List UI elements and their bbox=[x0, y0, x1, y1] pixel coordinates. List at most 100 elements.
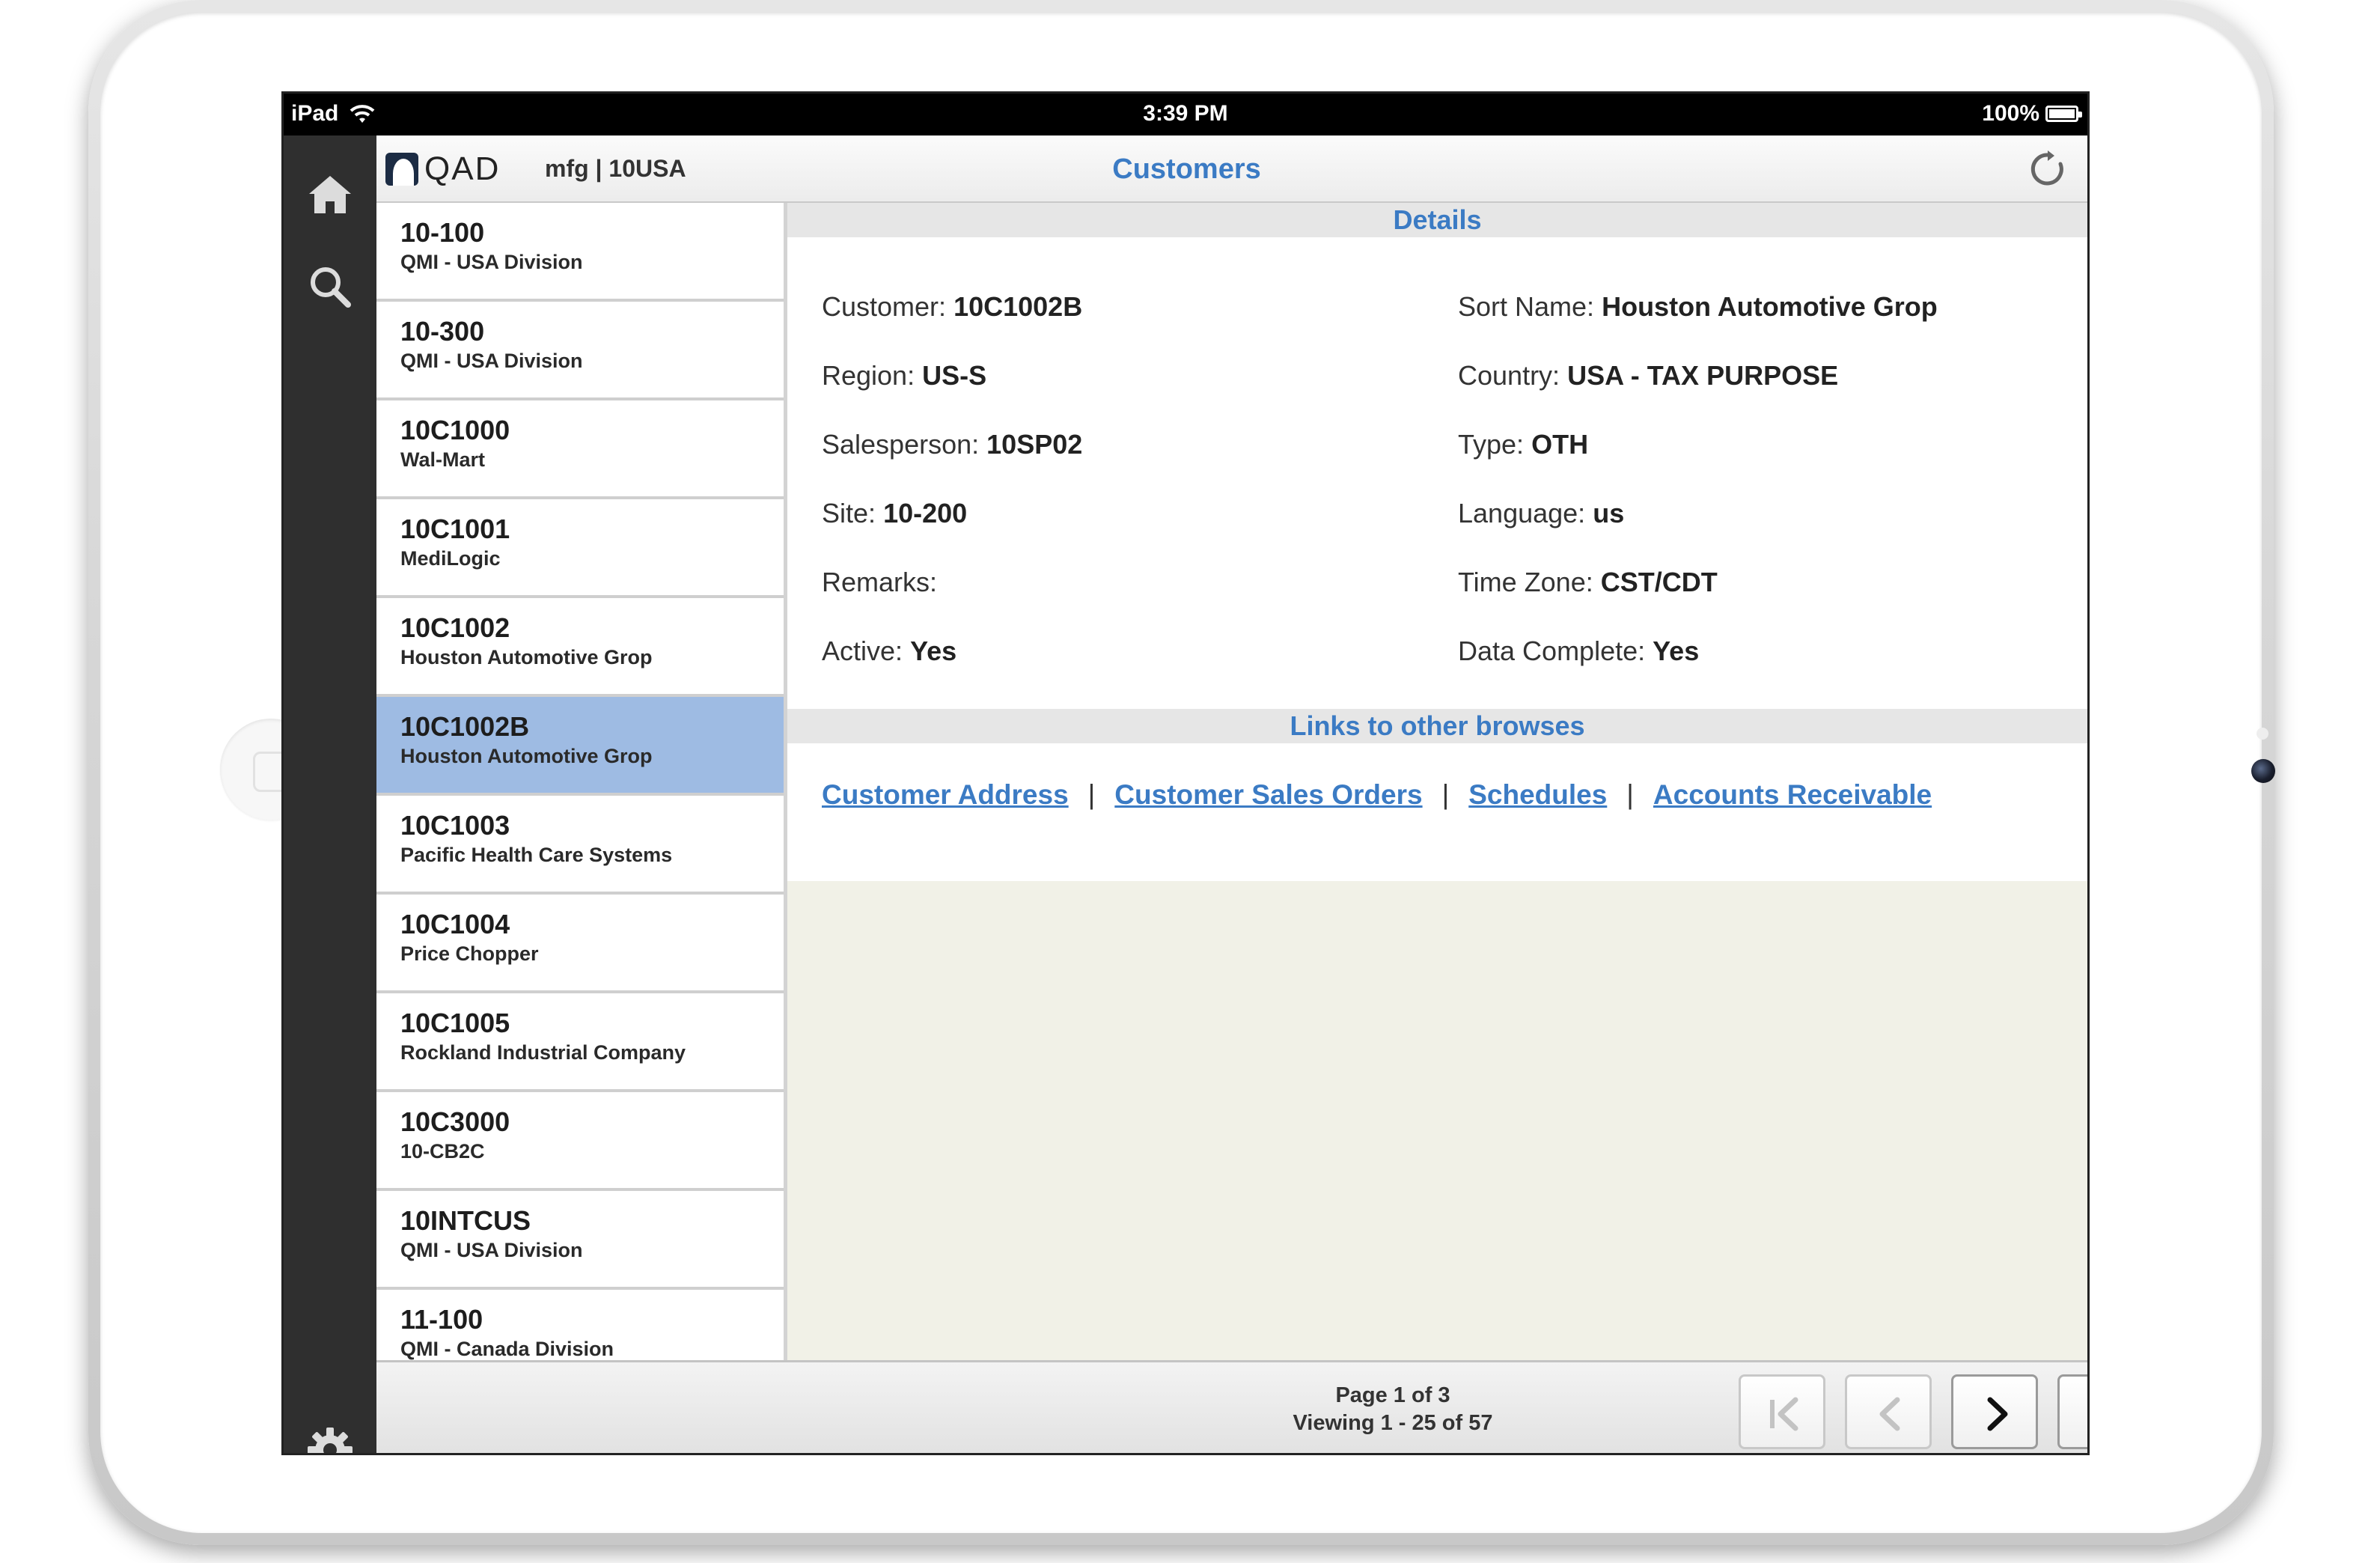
field-label: Time Zone: bbox=[1458, 567, 1593, 597]
list-item-selected[interactable]: 10C1002B Houston Automotive Grop bbox=[376, 697, 784, 796]
page-number: Page 1 of 3 bbox=[1335, 1383, 1450, 1407]
customer-code: 10C3000 bbox=[400, 1106, 510, 1137]
list-item[interactable]: 10-300 QMI - USA Division bbox=[376, 302, 784, 400]
customer-name: QMI - Canada Division bbox=[400, 1338, 614, 1360]
field-label: Language: bbox=[1458, 498, 1586, 528]
field-type: Type: OTH bbox=[1458, 429, 1588, 460]
list-item[interactable]: 10C1003 Pacific Health Care Systems bbox=[376, 796, 784, 895]
field-label: Site: bbox=[822, 498, 876, 528]
customer-code: 10C1002 bbox=[400, 612, 510, 643]
last-page-button[interactable] bbox=[2057, 1374, 2090, 1449]
field-language: Language: us bbox=[1458, 498, 1624, 529]
app-header: QAD mfg | 10USA Customers bbox=[376, 135, 2087, 203]
previous-page-icon bbox=[1879, 1397, 1900, 1431]
customer-code: 11-100 bbox=[400, 1304, 483, 1335]
list-item[interactable]: 10C1005 Rockland Industrial Company bbox=[376, 993, 784, 1092]
customer-code: 10C1005 bbox=[400, 1008, 510, 1038]
field-remarks: Remarks: bbox=[822, 567, 937, 598]
customer-name: QMI - USA Division bbox=[400, 1239, 583, 1261]
list-item[interactable]: 11-100 QMI - Canada Division bbox=[376, 1290, 784, 1360]
next-page-button[interactable] bbox=[1951, 1374, 2038, 1449]
clock: 3:39 PM bbox=[1143, 101, 1228, 126]
battery-icon bbox=[2045, 106, 2082, 122]
field-value: US-S bbox=[922, 360, 987, 391]
customer-code: 10-300 bbox=[400, 316, 485, 347]
customer-code: 10C1001 bbox=[400, 514, 510, 544]
customer-code: 10C1002B bbox=[400, 711, 530, 742]
customer-name: Wal-Mart bbox=[400, 448, 485, 471]
field-label: Customer: bbox=[822, 291, 947, 322]
list-item[interactable]: 10C1004 Price Chopper bbox=[376, 895, 784, 993]
field-label: Country: bbox=[1458, 360, 1560, 391]
first-page-icon bbox=[1770, 1397, 1798, 1431]
link-separator: | bbox=[1087, 779, 1096, 810]
field-value: 10C1002B bbox=[953, 291, 1083, 322]
list-item[interactable]: 10C1002 Houston Automotive Grop bbox=[376, 598, 784, 697]
battery-percent: 100% bbox=[1982, 101, 2039, 126]
details-section-title: Details bbox=[787, 203, 2087, 237]
customer-name: Houston Automotive Grop bbox=[400, 646, 653, 668]
field-value: Houston Automotive Grop bbox=[1602, 291, 1938, 322]
field-label: Salesperson: bbox=[822, 429, 980, 460]
empty-area bbox=[787, 881, 2087, 1360]
camera bbox=[2251, 759, 2275, 783]
pagination-bar: Page 1 of 3 Viewing 1 - 25 of 57 bbox=[376, 1360, 2087, 1453]
field-value: Yes bbox=[910, 636, 957, 666]
next-page-icon bbox=[1987, 1397, 2008, 1431]
field-value: OTH bbox=[1531, 429, 1589, 460]
field-salesperson: Salesperson: 10SP02 bbox=[822, 429, 1082, 460]
refresh-icon[interactable] bbox=[2027, 149, 2068, 189]
field-value: USA - TAX PURPOSE bbox=[1567, 360, 1839, 391]
customer-list: 10-100 QMI - USA Division 10-300 QMI - U… bbox=[376, 203, 787, 1360]
field-active: Active: Yes bbox=[822, 636, 956, 667]
field-label: Sort Name: bbox=[1458, 291, 1595, 322]
screen: iPad 3:39 PM 100% QAD mfg | 10USA Custom… bbox=[281, 91, 2090, 1455]
field-value: us bbox=[1593, 498, 1625, 528]
customer-code: 10INTCUS bbox=[400, 1205, 531, 1236]
field-value: Yes bbox=[1653, 636, 1700, 666]
field-country: Country: USA - TAX PURPOSE bbox=[1458, 360, 1838, 391]
settings-icon[interactable] bbox=[306, 1426, 354, 1455]
customer-code: 10C1003 bbox=[400, 810, 510, 841]
status-bar: iPad 3:39 PM 100% bbox=[284, 94, 2087, 135]
search-icon[interactable] bbox=[306, 263, 354, 311]
last-page-icon bbox=[2084, 1395, 2090, 1433]
list-item[interactable]: 10C1001 MediLogic bbox=[376, 499, 784, 598]
link-separator: | bbox=[1626, 779, 1634, 810]
link-customer-sales-orders[interactable]: Customer Sales Orders bbox=[1114, 779, 1422, 811]
browse-links: Customer Address | Customer Sales Orders… bbox=[787, 743, 2087, 848]
list-item[interactable]: 10-100 QMI - USA Division bbox=[376, 203, 784, 302]
home-icon[interactable] bbox=[306, 170, 354, 218]
links-section-title: Links to other browses bbox=[787, 709, 2087, 743]
customer-name: QMI - USA Division bbox=[400, 251, 583, 273]
link-schedules[interactable]: Schedules bbox=[1468, 779, 1607, 811]
detail-panel: Details Customer: 10C1002B Sort Name: Ho… bbox=[787, 203, 2087, 1360]
light-sensor bbox=[2257, 728, 2268, 740]
list-item[interactable]: 10INTCUS QMI - USA Division bbox=[376, 1191, 784, 1290]
customer-name: Rockland Industrial Company bbox=[400, 1041, 686, 1064]
previous-page-button[interactable] bbox=[1845, 1374, 1932, 1449]
link-accounts-receivable[interactable]: Accounts Receivable bbox=[1653, 779, 1932, 811]
field-label: Active: bbox=[822, 636, 903, 666]
detail-fields: Customer: 10C1002B Sort Name: Houston Au… bbox=[787, 237, 2087, 709]
field-value: 10-200 bbox=[883, 498, 968, 528]
link-customer-address[interactable]: Customer Address bbox=[822, 779, 1069, 811]
customer-name: QMI - USA Division bbox=[400, 350, 583, 372]
field-region: Region: US-S bbox=[822, 360, 986, 391]
left-nav bbox=[284, 135, 376, 1453]
field-label: Data Complete: bbox=[1458, 636, 1646, 666]
customer-name: 10-CB2C bbox=[400, 1140, 485, 1163]
page-title: Customers bbox=[1112, 153, 1261, 185]
field-value: 10SP02 bbox=[986, 429, 1083, 460]
field-label: Region: bbox=[822, 360, 915, 391]
field-customer: Customer: 10C1002B bbox=[822, 291, 1082, 323]
customer-code: 10C1000 bbox=[400, 415, 510, 445]
viewing-range: Viewing 1 - 25 of 57 bbox=[1293, 1411, 1493, 1435]
customer-name: MediLogic bbox=[400, 547, 501, 570]
list-item[interactable]: 10C1000 Wal-Mart bbox=[376, 400, 784, 499]
field-label: Remarks: bbox=[822, 567, 938, 597]
customer-code: 10C1004 bbox=[400, 909, 510, 939]
field-time-zone: Time Zone: CST/CDT bbox=[1458, 567, 1718, 598]
list-item[interactable]: 10C3000 10-CB2C bbox=[376, 1092, 784, 1191]
first-page-button[interactable] bbox=[1739, 1374, 1825, 1449]
